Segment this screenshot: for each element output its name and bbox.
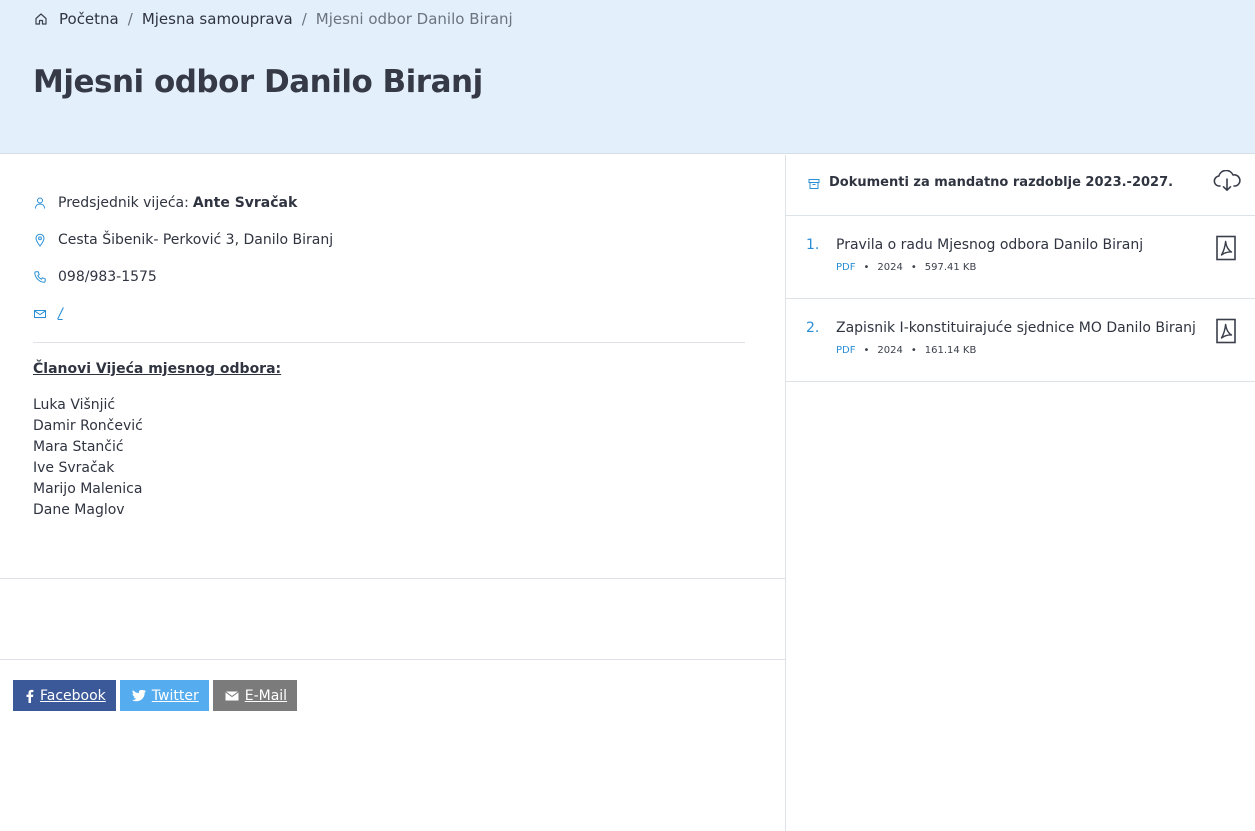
members-list: Luka Višnjić Damir Rončević Mara Stančić…	[33, 395, 143, 521]
share-email-button[interactable]: E-Mail	[212, 680, 298, 711]
breadcrumb-home-link[interactable]: Početna	[59, 10, 119, 28]
document-name[interactable]: Pravila o radu Mjesnog odbora Danilo Bir…	[836, 237, 1143, 253]
documents-title: Dokumenti za mandatno razdoblje 2023.-20…	[829, 175, 1174, 190]
phone-number: 098/983-1575	[58, 269, 157, 285]
breadcrumb-separator: /	[301, 10, 307, 28]
share-facebook-label: Facebook	[40, 687, 106, 704]
document-year: 2024	[877, 345, 903, 356]
map-pin-icon	[33, 233, 47, 247]
document-type: PDF	[836, 262, 856, 273]
share-twitter-button[interactable]: Twitter	[119, 680, 209, 711]
address-row: Cesta Šibenik- Perković 3, Danilo Biranj	[33, 232, 333, 248]
pdf-file-icon[interactable]	[1215, 318, 1237, 344]
meta-separator: •	[910, 345, 917, 356]
breadcrumb-current: Mjesni odbor Danilo Biranj	[315, 10, 513, 28]
share-email-label: E-Mail	[244, 687, 288, 704]
meta-separator: •	[863, 262, 870, 273]
breadcrumb-separator: /	[127, 10, 133, 28]
facebook-icon	[25, 689, 34, 703]
member-name: Ive Svračak	[33, 460, 115, 476]
divider	[0, 578, 785, 579]
document-size: 161.14 KB	[924, 345, 977, 356]
share-facebook-button[interactable]: Facebook	[13, 680, 116, 711]
documents-header: Dokumenti za mandatno razdoblje 2023.-20…	[786, 155, 1255, 216]
member-name: Mara Stančić	[33, 439, 124, 455]
divider	[33, 342, 745, 343]
meta-separator: •	[863, 345, 870, 356]
breadcrumb: Početna / Mjesna samouprava / Mjesni odb…	[34, 9, 513, 29]
archive-icon	[808, 178, 820, 190]
share-twitter-label: Twitter	[151, 687, 199, 704]
document-number: 1.	[806, 237, 820, 253]
phone-row: 098/983-1575	[33, 269, 157, 285]
address-text: Cesta Šibenik- Perković 3, Danilo Biranj	[58, 232, 334, 248]
members-title: Članovi Vijeća mjesnog odbora:	[33, 361, 282, 377]
document-name[interactable]: Zapisnik I-konstituirajuće sjednice MO D…	[836, 320, 1196, 336]
document-item[interactable]: 1. Pravila o radu Mjesnog odbora Danilo …	[786, 216, 1255, 299]
envelope-icon	[224, 690, 239, 701]
president-label: Predsjednik vijeća:	[58, 195, 189, 211]
breadcrumb-local-government-link[interactable]: Mjesna samouprava	[142, 10, 293, 28]
mail-icon	[33, 307, 47, 321]
pdf-file-icon[interactable]	[1215, 235, 1237, 261]
document-item[interactable]: 2. Zapisnik I-konstituirajuće sjednice M…	[786, 299, 1255, 382]
page-header: Početna / Mjesna samouprava / Mjesni odb…	[0, 0, 1255, 154]
meta-separator: •	[910, 262, 917, 273]
document-number: 2.	[806, 320, 820, 336]
member-name: Luka Višnjić	[33, 397, 116, 413]
member-name: Dane Maglov	[33, 502, 125, 518]
page-title: Mjesni odbor Danilo Biranj	[33, 64, 483, 100]
email-link[interactable]: /	[58, 306, 63, 322]
user-icon	[33, 196, 47, 210]
document-type: PDF	[836, 345, 856, 356]
divider	[0, 659, 785, 660]
email-row: /	[33, 306, 63, 322]
documents-panel: Dokumenti za mandatno razdoblje 2023.-20…	[786, 155, 1255, 831]
twitter-icon	[131, 689, 146, 702]
president-row: Predsjednik vijeća: Ante Svračak	[33, 195, 297, 211]
member-name: Damir Rončević	[33, 418, 143, 434]
document-meta: PDF • 2024 • 597.41 KB	[836, 262, 976, 273]
document-meta: PDF • 2024 • 161.14 KB	[836, 345, 976, 356]
phone-icon	[33, 270, 47, 284]
president-name: Ante Svračak	[192, 195, 298, 211]
document-year: 2024	[877, 262, 903, 273]
document-size: 597.41 KB	[924, 262, 977, 273]
cloud-download-icon[interactable]	[1212, 170, 1242, 192]
main-content: Predsjednik vijeća: Ante Svračak Cesta Š…	[0, 155, 785, 831]
member-name: Marijo Malenica	[33, 481, 143, 497]
share-buttons: Facebook Twitter E-Mail	[13, 680, 301, 711]
home-icon[interactable]	[34, 12, 48, 26]
